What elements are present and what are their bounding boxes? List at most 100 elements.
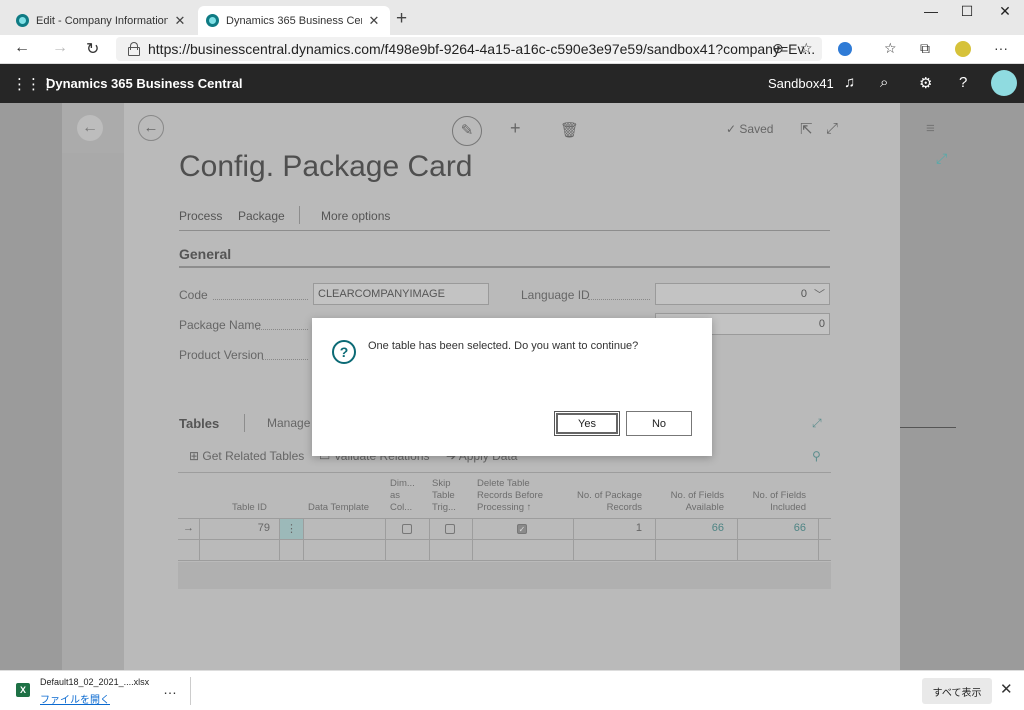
code-label: Code	[179, 288, 208, 302]
new-tab-button[interactable]: +	[396, 8, 407, 30]
table-row[interactable]: → 79 ⋮ ✓ 1 66 66	[178, 519, 831, 539]
close-window-button[interactable]: ✕	[990, 3, 1020, 20]
background-back-icon: ←	[77, 115, 103, 141]
more-icon[interactable]: ···	[994, 40, 1008, 56]
language-id-field[interactable]: 0	[655, 283, 830, 305]
new-plus-icon[interactable]: +	[510, 118, 521, 139]
add-site-icon[interactable]: ⊕	[772, 40, 784, 57]
expand-icon[interactable]: ⤢	[826, 120, 838, 137]
browser-tab-strip: Edit - Company Information - Dy ✕ Dynami…	[0, 0, 1024, 35]
profile-icon[interactable]	[955, 41, 971, 57]
tab-title: Edit - Company Information - Dy	[36, 14, 168, 27]
yes-button[interactable]: Yes	[554, 411, 620, 436]
tab-close-icon[interactable]: ✕	[366, 13, 382, 29]
back-icon[interactable]: ←	[138, 115, 164, 141]
language-id-dots	[588, 299, 650, 300]
edit-pencil-icon[interactable]: ✎	[452, 116, 482, 146]
col-dimensions-as-columns[interactable]: Dim... as Col...	[390, 478, 422, 514]
manage-menu[interactable]: Manage	[267, 416, 310, 430]
menu-underline	[179, 230, 830, 231]
no-button[interactable]: No	[626, 411, 692, 436]
menu-package[interactable]: Package	[238, 209, 285, 223]
environment-name[interactable]: Sandbox41	[768, 76, 834, 91]
download-filename[interactable]: Default18_02_2021_....xlsx	[40, 677, 149, 687]
dim-as-columns-checkbox[interactable]	[402, 524, 412, 534]
saved-label: Saved	[739, 122, 774, 136]
col-no-of-fields-included[interactable]: No. of Fields Included	[746, 490, 806, 514]
package-records-cell[interactable]: 1	[578, 522, 642, 534]
product-version-label: Product Version	[179, 348, 264, 362]
open-file-link[interactable]: ファイルを開く	[40, 691, 110, 706]
browser-tab-company-information[interactable]: Edit - Company Information - Dy ✕	[8, 6, 196, 35]
favorite-icon[interactable]: ☆	[800, 40, 813, 57]
confirm-dialog: ? One table has been selected. Do you wa…	[312, 318, 712, 456]
section-general-title[interactable]: General	[179, 246, 231, 262]
tables-expand-icon[interactable]: ⤢	[812, 416, 822, 431]
table-id-cell[interactable]: 79	[200, 522, 270, 534]
extensions-icon[interactable]: ⧉	[920, 40, 930, 57]
menu-process[interactable]: Process	[179, 209, 222, 223]
browser-tab-business-central[interactable]: Dynamics 365 Business Central - ✕	[198, 6, 390, 35]
reload-icon[interactable]: ↻	[86, 39, 99, 59]
delete-records-checkbox[interactable]: ✓	[517, 524, 527, 534]
minimize-button[interactable]: —	[916, 3, 946, 19]
col-skip-table-triggers[interactable]: Skip Table Trig...	[432, 478, 466, 514]
lock-icon	[128, 42, 140, 56]
download-more-icon[interactable]: …	[163, 681, 177, 697]
tab-close-icon[interactable]: ✕	[172, 13, 188, 29]
app-name[interactable]: Dynamics 365 Business Central	[46, 76, 243, 91]
tables-grid: Table ID Data Template Dim... as Col... …	[178, 472, 831, 562]
open-new-window-icon[interactable]: ⇱	[800, 120, 813, 138]
download-close-icon[interactable]: ✕	[1000, 680, 1013, 698]
dynamics-favicon-icon	[16, 14, 29, 27]
fields-available-cell[interactable]: 66	[664, 522, 724, 534]
question-icon: ?	[332, 340, 356, 364]
col-table-id[interactable]: Table ID	[232, 502, 267, 514]
package-name-label: Package Name	[179, 318, 262, 332]
avatar[interactable]	[991, 70, 1017, 96]
pin-icon[interactable]: ⚲	[812, 449, 821, 463]
excel-file-icon: X	[16, 683, 30, 697]
dynamics-favicon-icon	[206, 14, 219, 27]
back-arrow-icon[interactable]: ←	[14, 39, 30, 57]
get-related-tables-label: Get Related Tables	[202, 449, 305, 463]
col-data-template[interactable]: Data Template	[308, 502, 369, 514]
menu-more-options[interactable]: More options	[321, 209, 390, 223]
grid-top-line	[178, 472, 831, 473]
code-field[interactable]: CLEARCOMPANYIMAGE	[313, 283, 489, 305]
fields-included-cell[interactable]: 66	[746, 522, 806, 534]
page-title: Config. Package Card	[179, 150, 473, 183]
show-all-button[interactable]: すべて表示	[922, 678, 992, 704]
collections-icon[interactable]: ☆	[884, 40, 897, 57]
chevron-down-icon[interactable]: ﹀	[814, 286, 825, 302]
tables-title[interactable]: Tables	[179, 416, 219, 431]
grid-footer	[178, 562, 831, 589]
background-menu-icon: ≡	[926, 120, 935, 137]
col-no-of-fields-available[interactable]: No. of Fields Available	[664, 490, 724, 514]
language-id-value: 0	[800, 288, 807, 300]
search-icon[interactable]: ⌕	[880, 74, 888, 91]
bell-icon[interactable]: ♫	[844, 74, 855, 91]
row-actions-menu[interactable]: ⋮	[280, 519, 303, 539]
address-bar-row: ← → ↻ https://businesscentral.dynamics.c…	[0, 35, 1024, 64]
help-icon[interactable]: ?	[959, 74, 967, 91]
product-version-dots	[262, 359, 308, 360]
related-tables-icon: ⊞	[189, 449, 200, 463]
package-name-dots	[256, 329, 308, 330]
background-divider	[900, 427, 956, 428]
download-bar: X Default18_02_2021_....xlsx ファイルを開く … す…	[0, 670, 1024, 710]
gear-icon[interactable]: ⚙	[919, 74, 932, 92]
col-no-of-package-records[interactable]: No. of Package Records	[576, 490, 642, 514]
tab-title: Dynamics 365 Business Central -	[226, 14, 362, 27]
skip-triggers-checkbox[interactable]	[445, 524, 455, 534]
menu-divider	[299, 206, 300, 224]
url-field[interactable]: https://businesscentral.dynamics.com/f49…	[116, 37, 822, 61]
forward-arrow-icon[interactable]: →	[52, 39, 68, 57]
background-expand-icon: ⤢	[936, 150, 948, 166]
edge-icon[interactable]	[838, 42, 852, 56]
delete-trash-icon[interactable]: 🗑	[560, 121, 579, 139]
maximize-button[interactable]: ☐	[952, 3, 982, 20]
col-delete-table-records[interactable]: Delete Table Records Before Processing ↑	[477, 478, 557, 514]
get-related-tables-action[interactable]: ⊞ Get Related Tables	[189, 449, 304, 463]
saved-status: ✓ Saved	[726, 122, 774, 136]
